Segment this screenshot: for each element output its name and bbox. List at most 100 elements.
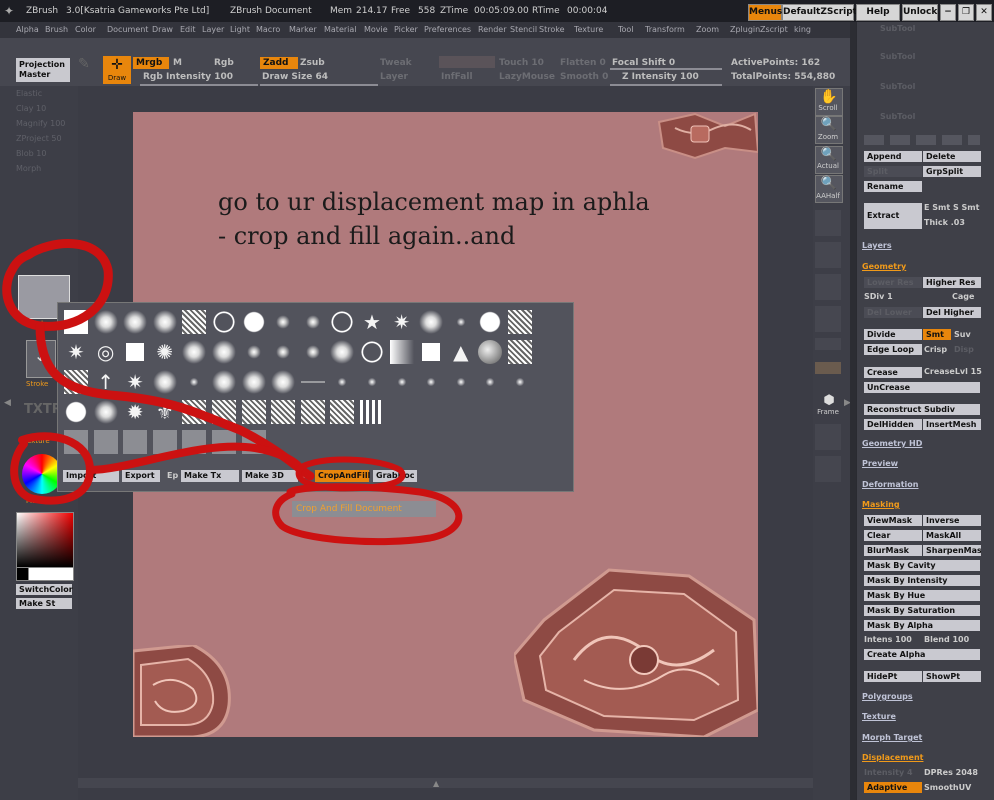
alpha-swatch-2-7[interactable] [271, 370, 296, 394]
edit-icon[interactable]: ✎ [78, 56, 98, 82]
tray-edge-loop-button[interactable]: Edge Loop [864, 344, 922, 355]
rgb-button[interactable]: Rgb [214, 58, 234, 68]
menu-transform[interactable]: Transform [645, 25, 685, 34]
tray-adaptive-button[interactable]: Adaptive [864, 782, 922, 793]
alpha-make-tx-button[interactable]: Make Tx [181, 470, 239, 482]
tray-rename-button[interactable]: Rename [864, 181, 922, 192]
tray-hidept-button[interactable]: HidePt [864, 671, 922, 682]
focal-shift-slider[interactable]: Focal Shift 0 [612, 58, 675, 68]
alpha-swatch-3-2[interactable]: ✹ [123, 400, 147, 424]
alpha-swatch-2-9[interactable] [330, 370, 355, 394]
z-intensity-slider[interactable]: Z Intensity 100 [622, 72, 699, 82]
alpha-make-3d-button[interactable]: Make 3D [242, 470, 298, 482]
alpha-swatch-2-14[interactable] [478, 370, 503, 394]
tray-section-geometry[interactable]: Geometry [862, 262, 906, 271]
alpha-import-button[interactable]: Import [63, 470, 119, 482]
tray-uncrease-button[interactable]: UnCrease [864, 382, 980, 393]
menu-brush[interactable]: Brush [45, 25, 68, 34]
menu-texture[interactable]: Texture [574, 25, 603, 34]
tray-append-button[interactable]: Append [864, 151, 922, 162]
rgb-intensity-track[interactable] [140, 84, 258, 86]
tray-section-layers[interactable]: Layers [862, 241, 892, 250]
menu-picker[interactable]: Picker [394, 25, 418, 34]
left-slider-1[interactable]: Clay 10 [16, 104, 46, 113]
tray-section-morph-target[interactable]: Morph Target [862, 733, 922, 742]
alpha-swatch-0-0[interactable] [64, 310, 88, 334]
secondary-color-swatch[interactable] [28, 567, 74, 581]
alpha-swatch-1-11[interactable] [389, 340, 414, 364]
default-zscript-button[interactable]: DefaultZScript [782, 4, 857, 21]
tray-del-lower-button[interactable]: Del Lower [864, 307, 922, 318]
bottom-expand-icon[interactable]: ▲ [433, 779, 439, 788]
alpha-swatch-0-14[interactable] [478, 310, 503, 334]
tray-insertmesh-button[interactable]: InsertMesh [923, 419, 981, 430]
left-slider-4[interactable]: Blob 10 [16, 149, 46, 158]
alpha-swatch-2-12[interactable] [419, 370, 444, 394]
tray-crease-button[interactable]: Crease [864, 367, 922, 378]
menu-draw[interactable]: Draw [152, 25, 173, 34]
left-slider-0[interactable]: Elastic [16, 89, 42, 98]
menu-edit[interactable]: Edit [180, 25, 196, 34]
left-slider-5[interactable]: Morph [16, 164, 41, 173]
inffall-button[interactable]: InfFall [441, 72, 473, 82]
menus-button[interactable]: Menus [748, 4, 782, 21]
menu-stroke[interactable]: Stroke [539, 25, 565, 34]
alpha-swatch-1-5[interactable] [212, 340, 236, 364]
alpha-swatch-3-10[interactable] [360, 400, 384, 424]
tray-suv-button[interactable]: Suv [954, 330, 971, 339]
tweak-button[interactable]: Tweak [380, 58, 412, 68]
tray-section-deformation[interactable]: Deformation [862, 480, 918, 489]
z-intensity-track[interactable] [610, 84, 722, 86]
alpha-swatch-4-2[interactable] [123, 430, 148, 454]
alpha-swatch-0-10[interactable]: ★ [360, 310, 384, 334]
menu-marker[interactable]: Marker [289, 25, 317, 34]
menu-alpha[interactable]: Alpha [16, 25, 39, 34]
close-icon[interactable]: ✕ [976, 4, 992, 21]
alpha-swatch-1-2[interactable] [126, 343, 145, 361]
alpha-swatch-4-1[interactable] [93, 430, 118, 454]
touch-slider[interactable]: Touch 10 [499, 58, 544, 68]
menu-document[interactable]: Document [107, 25, 148, 34]
alpha-swatch-3-9[interactable] [330, 400, 355, 424]
make-st-button[interactable]: Make St [16, 598, 72, 609]
smooth-slider[interactable]: Smooth 0 [560, 72, 608, 82]
alpha-swatch-2-3[interactable] [152, 370, 177, 394]
tray-sharpenmask-button[interactable]: SharpenMask [923, 545, 981, 556]
alpha-swatch-3-1[interactable] [93, 400, 118, 424]
tray-viewmask-button[interactable]: ViewMask [864, 515, 922, 526]
alpha-swatch-4-3[interactable] [152, 430, 177, 454]
tray-del-higher-button[interactable]: Del Higher [923, 307, 981, 318]
m-button[interactable]: M [173, 58, 182, 68]
alpha-swatch-0-13[interactable] [448, 310, 473, 334]
alpha-swatch-0-4[interactable] [182, 310, 207, 334]
lazymouse-button[interactable]: LazyMouse [499, 72, 555, 82]
alpha-swatch-3-6[interactable] [241, 400, 266, 424]
alpha-swatch-3-3[interactable]: ⚜ [153, 400, 177, 424]
menu-material[interactable]: Material [324, 25, 357, 34]
alpha-swatch-0-11[interactable]: ✷ [390, 310, 414, 334]
tray-split-button[interactable]: Split [864, 166, 922, 177]
menu-preferences[interactable]: Preferences [424, 25, 471, 34]
tray-blurmask-button[interactable]: BlurMask [864, 545, 922, 556]
alpha-swatch-0-3[interactable] [152, 310, 177, 334]
tray-extract-button[interactable]: Extract [864, 203, 922, 229]
subtool-arrow-strip[interactable] [864, 135, 980, 145]
alpha-swatch-1-3[interactable]: ✺ [153, 340, 177, 364]
tray-thick-slider[interactable]: Thick .03 [924, 218, 965, 227]
tray-cage-button[interactable]: Cage [952, 292, 974, 301]
subtool-slot[interactable]: SubTool [880, 82, 915, 91]
menu-movie[interactable]: Movie [364, 25, 388, 34]
alpha-swatch-4-5[interactable] [212, 430, 236, 454]
tray-section-displacement[interactable]: Displacement [862, 753, 923, 762]
alpha-swatch-1-4[interactable] [182, 340, 207, 364]
tray-inverse-button[interactable]: Inverse [923, 515, 981, 526]
alpha-swatch-1-15[interactable] [508, 340, 532, 364]
flatten-slider[interactable]: Flatten 0 [560, 58, 606, 68]
alpha-swatch-2-11[interactable] [389, 370, 414, 394]
minimize-icon[interactable]: − [940, 4, 956, 21]
tray-dpres-slider[interactable]: DPRes 2048 [924, 768, 978, 777]
menu-zplugin[interactable]: Zplugin [730, 25, 760, 34]
tray-mask-hue-button[interactable]: Mask By Hue [864, 590, 980, 601]
left-slider-2[interactable]: Magnify 100 [16, 119, 65, 128]
draw-size-slider[interactable]: Draw Size 64 [262, 72, 328, 82]
